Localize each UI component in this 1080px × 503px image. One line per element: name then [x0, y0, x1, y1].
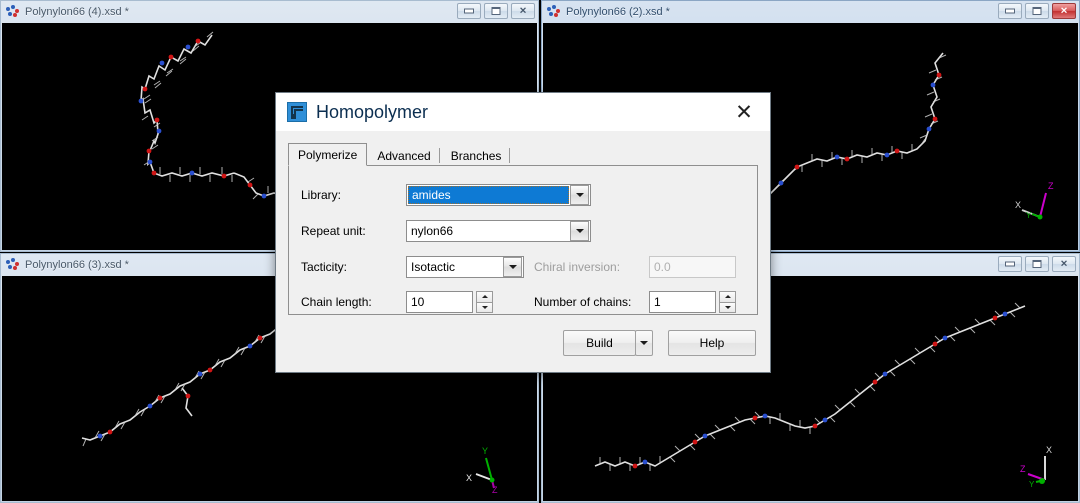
tacticity-label: Tacticity: [301, 260, 348, 274]
stepper-up-icon[interactable] [719, 291, 736, 302]
homopolymer-app-icon [287, 102, 307, 122]
close-button[interactable]: ✕ [1052, 256, 1076, 272]
tab-label: Advanced [377, 148, 431, 163]
chain-length-row: Chain length: 10 [301, 291, 493, 313]
help-button[interactable]: Help [668, 330, 756, 356]
tacticity-value: Isotactic [411, 260, 456, 274]
svg-text:X: X [1015, 200, 1021, 210]
svg-text:Y: Y [482, 446, 488, 456]
axis-gizmo: Y X Z [462, 440, 522, 495]
chevron-down-icon[interactable] [570, 221, 589, 241]
number-of-chains-row: Number of chains: 1 [534, 291, 736, 313]
tabstrip[interactable]: Polymerize Advanced Branches [288, 143, 758, 166]
number-of-chains-input[interactable]: 1 [649, 291, 716, 313]
dialog-body: Polymerize Advanced Branches Library: am… [276, 131, 770, 372]
svg-text:X: X [1046, 445, 1052, 455]
stepper-down-icon[interactable] [719, 301, 736, 313]
minimize-button[interactable] [457, 3, 481, 19]
molecule-icon [547, 4, 561, 19]
molecule-icon [6, 4, 20, 19]
chevron-down-icon[interactable] [570, 185, 589, 205]
build-button[interactable]: Build [563, 330, 636, 356]
chiral-inversion-label: Chiral inversion: [534, 260, 621, 274]
library-label: Library: [301, 188, 342, 202]
tab-branches[interactable]: Branches [441, 145, 512, 166]
close-icon[interactable]: ✕ [726, 100, 762, 124]
chiral-inversion-value: 0.0 [654, 260, 671, 274]
svg-text:X: X [466, 473, 472, 483]
chain-length-value: 10 [411, 295, 425, 309]
chiral-inversion-row: Chiral inversion: 0.0 [534, 256, 736, 278]
svg-text:Z: Z [492, 485, 498, 495]
repeat-unit-row: Repeat unit: nylon66 [301, 220, 756, 242]
number-of-chains-stepper[interactable] [719, 291, 736, 313]
dialog-titlebar[interactable]: Homopolymer ✕ [276, 93, 770, 131]
window-title: Polynylon66 (3).xsd * [25, 258, 129, 271]
number-of-chains-label: Number of chains: [534, 295, 632, 309]
chain-length-input[interactable]: 10 [406, 291, 473, 313]
heteroatoms [778, 72, 942, 186]
window-title: Polynylon66 (4).xsd * [25, 5, 129, 18]
close-button[interactable]: ✕ [511, 3, 535, 19]
chiral-inversion-input: 0.0 [649, 256, 736, 278]
window-title: Polynylon66 (2).xsd * [566, 5, 670, 18]
polymerize-panel: Library: amides Repeat unit: nylon66 Tac… [288, 165, 758, 315]
window-controls[interactable]: ✕ [998, 256, 1076, 272]
tab-polymerize[interactable]: Polymerize [288, 143, 368, 166]
library-row: Library: amides [301, 184, 756, 206]
svg-text:Z: Z [1048, 181, 1054, 191]
build-dropdown-button[interactable] [635, 330, 653, 356]
repeat-unit-value: nylon66 [411, 224, 454, 238]
tab-label: Polymerize [298, 147, 358, 162]
molecule-icon [6, 257, 20, 272]
window-controls[interactable]: ✕ [998, 3, 1076, 19]
close-button[interactable]: ✕ [1052, 3, 1076, 19]
dialog-footer: Build Help [563, 330, 756, 356]
stepper-down-icon[interactable] [476, 301, 493, 313]
chevron-down-icon[interactable] [503, 257, 522, 277]
tacticity-row: Tacticity: Isotactic [301, 256, 524, 278]
axis-gizmo: X Y Z [1010, 177, 1070, 232]
maximize-button[interactable] [1025, 256, 1049, 272]
homopolymer-dialog[interactable]: Homopolymer ✕ Polymerize Advanced Branch… [275, 92, 771, 373]
library-value: amides [412, 188, 451, 202]
number-of-chains-value: 1 [654, 295, 661, 309]
library-combobox[interactable]: amides [406, 184, 591, 206]
svg-text:Y: Y [1026, 211, 1032, 220]
minimize-button[interactable] [998, 3, 1022, 19]
minimize-button[interactable] [998, 256, 1022, 272]
library-value-selected[interactable]: amides [408, 186, 569, 204]
window-controls[interactable]: ✕ [457, 3, 535, 19]
repeat-unit-label: Repeat unit: [301, 224, 366, 238]
repeat-unit-combobox[interactable]: nylon66 [406, 220, 591, 242]
tacticity-combobox[interactable]: Isotactic [406, 256, 524, 278]
maximize-button[interactable] [484, 3, 508, 19]
stepper-up-icon[interactable] [476, 291, 493, 302]
tab-label: Branches [450, 148, 502, 163]
svg-text:Y: Y [1029, 480, 1035, 489]
maximize-button[interactable] [1025, 3, 1049, 19]
tab-advanced[interactable]: Advanced [367, 145, 440, 166]
dialog-title: Homopolymer [316, 101, 429, 122]
chain-length-label: Chain length: [301, 295, 372, 309]
desktop: Polynylon66 (4).xsd * ✕ Polynylon66 (2).… [0, 0, 1080, 503]
svg-text:Z: Z [1020, 464, 1026, 474]
chain-length-stepper[interactable] [476, 291, 493, 313]
axis-gizmo: X Z Y [1012, 442, 1072, 497]
